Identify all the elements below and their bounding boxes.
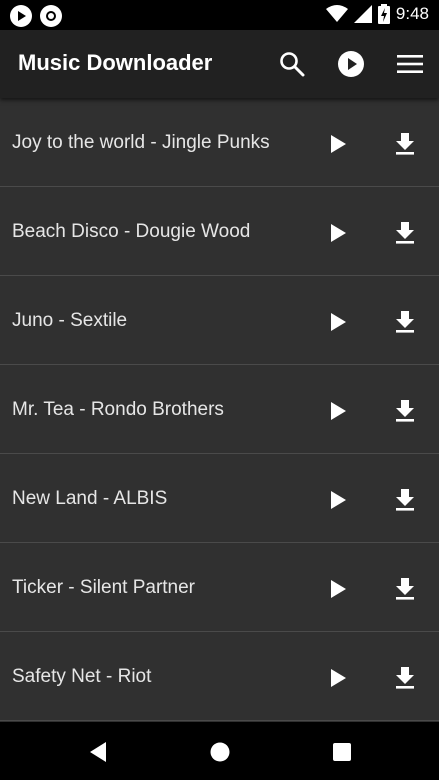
play-button[interactable] <box>318 480 358 520</box>
play-icon <box>331 135 346 153</box>
status-bar: 9:48 <box>0 0 439 30</box>
play-button[interactable] <box>318 391 358 431</box>
list-item[interactable]: New Land - ALBIS <box>0 454 439 543</box>
download-button[interactable] <box>385 391 425 431</box>
app-bar: Music Downloader <box>0 30 439 98</box>
download-button[interactable] <box>385 302 425 342</box>
download-button[interactable] <box>385 658 425 698</box>
song-title: Joy to the world - Jingle Punks <box>12 132 270 153</box>
play-button[interactable] <box>318 213 358 253</box>
list-item[interactable]: Ticker - Silent Partner <box>0 543 439 632</box>
play-button[interactable] <box>318 124 358 164</box>
play-icon <box>331 669 346 687</box>
download-button[interactable] <box>385 124 425 164</box>
back-icon <box>90 742 106 762</box>
song-title: Mr. Tea - Rondo Brothers <box>12 399 224 420</box>
download-icon <box>396 400 414 422</box>
download-button[interactable] <box>385 213 425 253</box>
list-item[interactable]: Mr. Tea - Rondo Brothers <box>0 365 439 454</box>
song-title: Beach Disco - Dougie Wood <box>12 221 251 242</box>
play-button[interactable] <box>318 658 358 698</box>
home-icon <box>210 742 230 762</box>
download-icon <box>396 133 414 155</box>
navigation-bar <box>0 722 439 780</box>
list-item[interactable]: Safety Net - Riot <box>0 632 439 721</box>
home-button[interactable] <box>200 732 240 772</box>
download-icon <box>396 311 414 333</box>
play-button[interactable] <box>318 302 358 342</box>
record-notification-icon <box>40 5 62 27</box>
download-icon <box>396 578 414 600</box>
recents-button[interactable] <box>322 732 362 772</box>
list-item[interactable]: Juno - Sextile <box>0 276 439 365</box>
song-list[interactable]: Joy to the world - Jingle Punks Beach Di… <box>0 98 439 722</box>
status-time: 9:48 <box>395 4 429 23</box>
download-icon <box>396 667 414 689</box>
play-icon <box>331 402 346 420</box>
app-title: Music Downloader <box>18 50 213 75</box>
play-icon <box>331 491 346 509</box>
recents-icon <box>333 743 351 761</box>
play-icon <box>331 313 346 331</box>
play-button[interactable] <box>318 569 358 609</box>
song-title: Safety Net - Riot <box>12 666 152 687</box>
play-circle-icon <box>338 51 364 77</box>
play-icon <box>331 224 346 242</box>
menu-icon <box>397 55 423 73</box>
menu-button[interactable] <box>392 46 428 82</box>
search-icon <box>280 52 305 77</box>
signal-icon <box>353 5 372 23</box>
back-button[interactable] <box>78 732 118 772</box>
download-icon <box>396 489 414 511</box>
list-item[interactable]: Beach Disco - Dougie Wood <box>0 187 439 276</box>
download-button[interactable] <box>385 480 425 520</box>
list-item[interactable]: Joy to the world - Jingle Punks <box>0 98 439 187</box>
play-icon <box>331 580 346 598</box>
song-title: New Land - ALBIS <box>12 488 168 509</box>
song-title: Ticker - Silent Partner <box>12 577 196 598</box>
song-title: Juno - Sextile <box>12 310 128 331</box>
download-button[interactable] <box>385 569 425 609</box>
now-playing-button[interactable] <box>333 46 369 82</box>
play-notification-icon <box>10 5 32 27</box>
battery-charging-icon <box>377 4 390 24</box>
wifi-icon <box>325 5 348 22</box>
download-icon <box>396 222 414 244</box>
search-button[interactable] <box>274 46 310 82</box>
